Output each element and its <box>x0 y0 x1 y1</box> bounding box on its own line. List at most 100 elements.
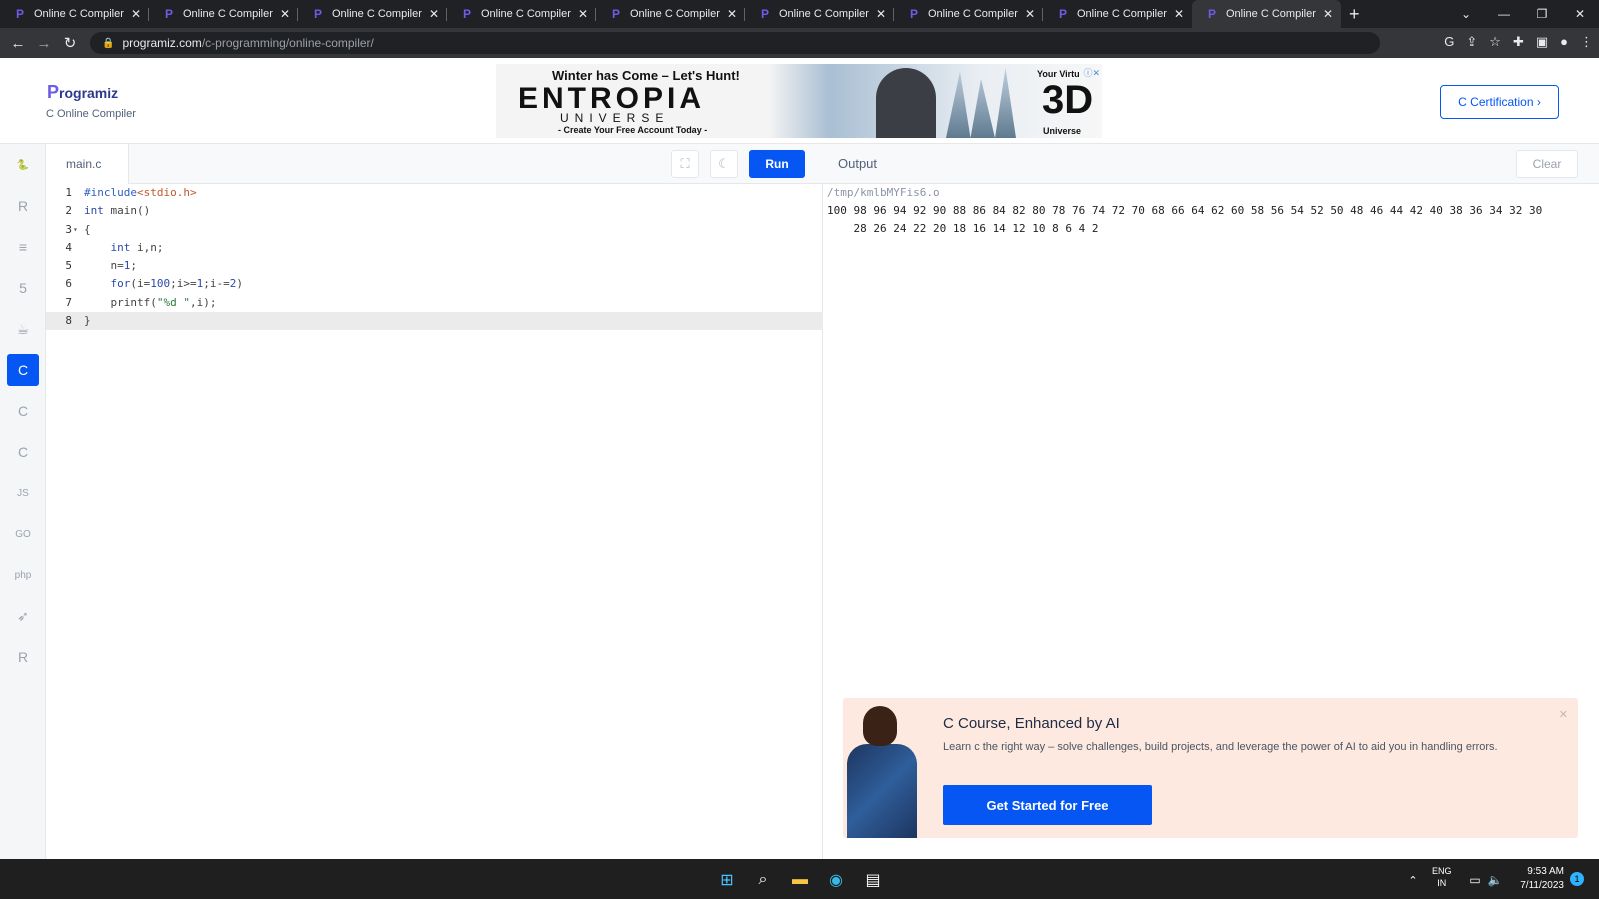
clear-button[interactable]: Clear <box>1516 150 1578 178</box>
tab-search-icon[interactable]: ⌄ <box>1447 7 1485 21</box>
tab-close-icon[interactable]: ✕ <box>1323 7 1333 21</box>
output-console[interactable]: /tmp/kmlbMYFis6.o 100 98 96 94 92 90 88 … <box>827 184 1587 238</box>
browser-tab[interactable]: P Online C Compiler ✕ <box>745 0 894 28</box>
advertisement-banner[interactable]: Winter has Come – Let's Hunt! ENTROPIA U… <box>496 64 1102 138</box>
python-icon[interactable]: 🐍 <box>7 149 39 181</box>
tray-overflow-icon[interactable]: ⌃ <box>1402 869 1424 891</box>
browser-tab[interactable]: P Online C Compiler ✕ <box>1043 0 1192 28</box>
get-started-button[interactable]: Get Started for Free <box>943 785 1152 825</box>
code-token: main() <box>103 204 151 218</box>
tab-close-icon[interactable]: ✕ <box>1025 7 1035 21</box>
share-icon[interactable]: ⇪ <box>1466 34 1477 50</box>
code-line[interactable]: 3 ▾ { <box>46 221 823 239</box>
tab-title: Online C Compiler <box>183 8 273 20</box>
restore-button[interactable]: ❐ <box>1523 7 1561 21</box>
edge-browser-icon[interactable]: ◉ <box>825 869 847 891</box>
windows-start-icon[interactable]: ⊞ <box>716 869 738 891</box>
url-host: programiz.com <box>122 36 202 50</box>
r-icon[interactable]: R <box>7 190 39 222</box>
java-icon[interactable]: ☕ <box>7 313 39 345</box>
html-icon[interactable]: 5 <box>7 272 39 304</box>
browser-tab[interactable]: P Online C Compiler ✕ <box>894 0 1043 28</box>
browser-tab[interactable]: P Online C Compiler ✕ <box>596 0 745 28</box>
close-window-button[interactable]: ✕ <box>1561 7 1599 21</box>
window-controls: ⌄ — ❐ ✕ <box>1447 0 1599 28</box>
logo-text: rogramiz <box>59 85 119 101</box>
promo-close-icon[interactable]: ✕ <box>1559 708 1568 721</box>
js-icon[interactable]: JS <box>7 477 39 509</box>
tab-close-icon[interactable]: ✕ <box>1174 7 1184 21</box>
language-code: ENG <box>1432 866 1452 876</box>
code-line[interactable]: 8} <box>46 312 823 331</box>
fullscreen-icon[interactable]: ⛶ <box>671 150 699 178</box>
fold-toggle-icon[interactable]: ▾ <box>73 221 78 239</box>
extensions-icon[interactable]: ✚ <box>1513 34 1524 50</box>
code-line[interactable]: 2 int main() <box>46 202 823 220</box>
new-tab-button[interactable]: + <box>1349 4 1360 25</box>
minimize-button[interactable]: — <box>1485 7 1523 21</box>
tab-close-icon[interactable]: ✕ <box>131 7 141 21</box>
code-line[interactable]: 5 n=1; <box>46 257 823 275</box>
ad-right-bottom: Universe <box>1043 126 1082 136</box>
swift-icon[interactable]: ➶ <box>7 600 39 632</box>
notepad-icon[interactable]: ▤ <box>862 869 884 891</box>
profile-icon[interactable]: ● <box>1560 34 1568 50</box>
tab-close-icon[interactable]: ✕ <box>429 7 439 21</box>
code-line[interactable]: 6 for(i=100;i>=1;i-=2) <box>46 275 823 293</box>
file-tab-main-c[interactable]: main.c <box>46 144 129 184</box>
code-area[interactable]: 1 #include<stdio.h> 2 int main() 3 ▾ {4 int i,… <box>46 184 823 331</box>
php-icon[interactable]: php <box>7 559 39 591</box>
tab-close-icon[interactable]: ✕ <box>280 7 290 21</box>
dark-mode-icon[interactable]: ☾ <box>710 150 738 178</box>
ad-close-icon[interactable]: ⓘ✕ <box>1083 66 1100 79</box>
file-explorer-icon[interactable]: ▬ <box>789 869 811 891</box>
code-token: { <box>84 222 91 236</box>
browser-tab[interactable]: P Online C Compiler ✕ <box>149 0 298 28</box>
run-button[interactable]: Run <box>749 150 805 178</box>
browser-tab[interactable]: P Online C Compiler ✕ <box>1192 0 1341 28</box>
csharp-icon[interactable]: C <box>7 436 39 468</box>
tab-close-icon[interactable]: ✕ <box>578 7 588 21</box>
instructor-image <box>843 706 923 838</box>
cpp-icon[interactable]: C <box>7 395 39 427</box>
url-bar[interactable]: 🔒 programiz.com /c-programming/online-co… <box>90 32 1380 54</box>
back-icon[interactable]: ← <box>5 35 31 52</box>
browser-tab[interactable]: P Online C Compiler ✕ <box>0 0 149 28</box>
editor-toolbar: main.c ⛶ ☾ Run <box>46 144 823 184</box>
go-icon[interactable]: GO <box>7 518 39 550</box>
reload-icon[interactable]: ↻ <box>57 34 83 52</box>
c-certification-button[interactable]: C Certification › <box>1440 85 1559 119</box>
code-token: ;i>= <box>170 277 197 291</box>
code-line[interactable]: 7 printf("%d ",i); <box>46 294 823 312</box>
browser-tab[interactable]: P Online C Compiler ✕ <box>447 0 596 28</box>
tab-title: Online C Compiler <box>481 8 571 20</box>
programiz-favicon-icon: P <box>314 7 323 21</box>
tab-close-icon[interactable]: ✕ <box>876 7 886 21</box>
network-icon[interactable]: ▭ <box>1464 869 1486 891</box>
system-clock[interactable]: 9:53 AM 7/11/2023 <box>1508 865 1564 893</box>
ad-right-big: 3D <box>1042 78 1094 122</box>
c-icon[interactable]: C <box>7 354 39 386</box>
programiz-logo[interactable]: Programiz <box>47 82 118 103</box>
forward-icon[interactable]: → <box>31 35 57 52</box>
code-token: for <box>110 277 131 291</box>
google-icon[interactable]: G <box>1444 34 1454 50</box>
language-indicator[interactable]: ENG IN <box>1432 865 1452 889</box>
sql-icon[interactable]: ≡ <box>7 231 39 263</box>
ad-trees-image <box>946 67 1016 138</box>
tab-close-icon[interactable]: ✕ <box>727 7 737 21</box>
search-icon[interactable]: ⌕ <box>752 869 774 891</box>
code-line[interactable]: 4 int i,n; <box>46 239 823 257</box>
rust-icon[interactable]: R <box>7 641 39 673</box>
volume-icon[interactable]: 🔈 <box>1484 869 1506 891</box>
code-line[interactable]: 1 #include<stdio.h> <box>46 184 823 202</box>
side-panel-icon[interactable]: ▣ <box>1536 34 1548 50</box>
site-header: Programiz C Online Compiler Winter has C… <box>0 58 1599 144</box>
browser-tab[interactable]: P Online C Compiler ✕ <box>298 0 447 28</box>
menu-icon[interactable]: ⋮ <box>1580 34 1593 50</box>
bookmark-star-icon[interactable]: ☆ <box>1489 34 1501 50</box>
code-token: ) <box>236 277 243 291</box>
notification-badge[interactable]: 1 <box>1570 872 1584 886</box>
